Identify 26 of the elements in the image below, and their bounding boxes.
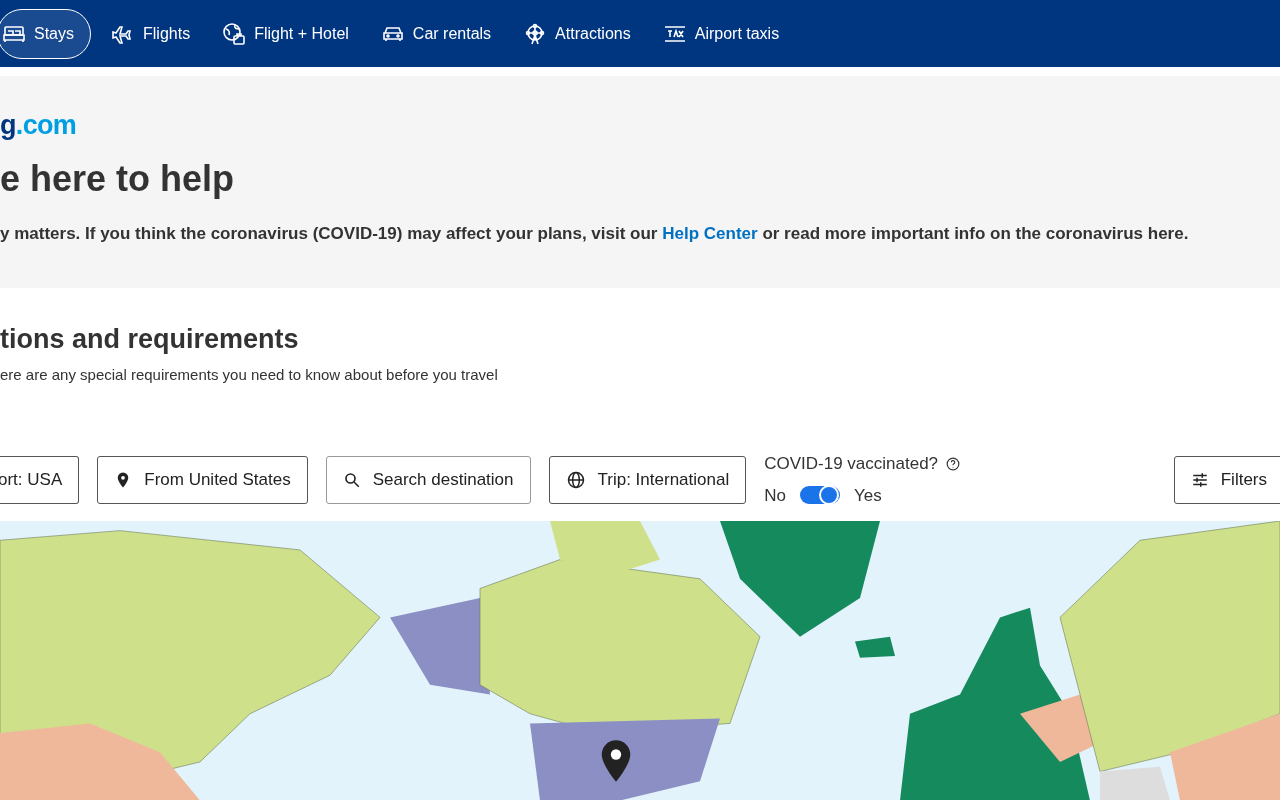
brand-logo: g.com	[0, 112, 77, 139]
vaccinated-toggle[interactable]	[799, 486, 840, 505]
banner-title: e here to help	[0, 161, 235, 197]
nav-tab[interactable]: Attractions	[511, 8, 643, 59]
section-title: tions and requirements	[0, 326, 299, 353]
filter-chip[interactable]: Search destination	[325, 455, 531, 504]
nav-tab[interactable]: Flights	[99, 8, 203, 59]
vaccinated-label: COVID-19 vaccinated?	[764, 453, 939, 475]
filters-button[interactable]: Filters	[1173, 455, 1280, 504]
nav-tab[interactable]: Car rentals	[368, 8, 504, 59]
filter-chip[interactable]: Trip: International	[548, 455, 747, 504]
globe-bag-icon	[222, 21, 247, 46]
toggle-on-label: Yes	[853, 484, 882, 507]
nav-tab[interactable]: Stays	[0, 8, 91, 59]
toggle-off-label: No	[764, 484, 786, 507]
filter-chip[interactable]: From United States	[97, 455, 308, 504]
banner-text: y matters. If you think the coronavirus (COVID-19) may affect your plans, visit our Help Center or read more important info on the coronavirus here.	[0, 223, 1190, 245]
nav-tab[interactable]: Airport taxis	[650, 8, 792, 59]
map-pin-icon	[600, 738, 632, 783]
search-icon	[342, 470, 361, 489]
globe-icon	[565, 469, 586, 490]
nav-tab[interactable]: Flight + Hotel	[210, 8, 361, 59]
sliders-icon	[1190, 470, 1209, 489]
help-center-link[interactable]: Help Center	[662, 224, 758, 243]
help-icon	[946, 456, 961, 471]
section-subtitle: ere are any special requirements you need to know about before you travel	[0, 365, 498, 385]
